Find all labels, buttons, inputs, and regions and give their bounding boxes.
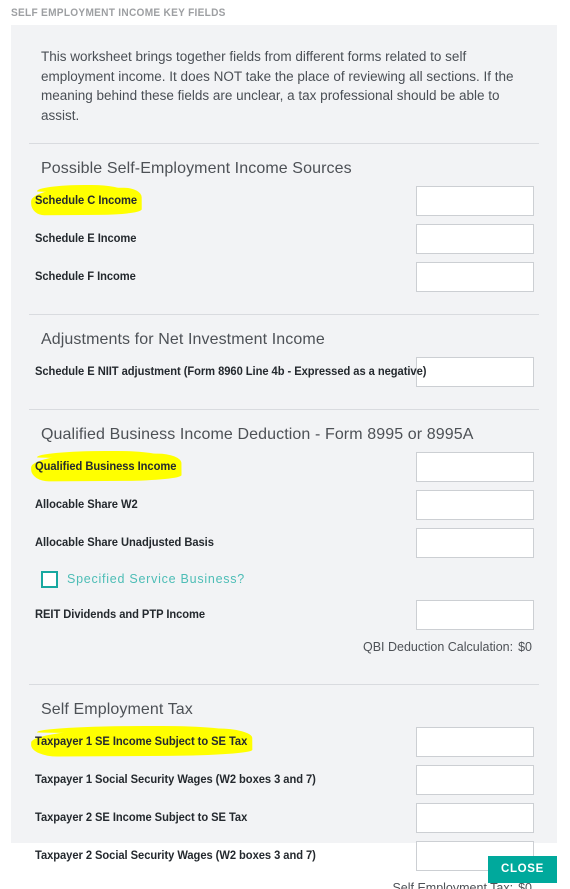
window-title: SELF EMPLOYMENT INCOME KEY FIELDS — [11, 7, 226, 19]
section-self-employment-tax: Self Employment Tax Taxpayer 1 SE Income … — [29, 685, 539, 889]
field-row: Schedule C Income — [29, 182, 539, 220]
total-amount: $0 — [518, 640, 532, 654]
amount-input[interactable] — [416, 224, 534, 254]
amount-input[interactable] — [416, 727, 534, 757]
checkbox-row: Specified Service Business? — [29, 562, 539, 596]
section-title: Qualified Business Income Deduction - Fo… — [41, 426, 474, 443]
field-label: Qualified Business Income — [35, 451, 177, 473]
total-label: QBI Deduction Calculation: — [363, 640, 514, 654]
field-row: Taxpayer 1 SE Income Subject to SE Tax — [29, 723, 539, 761]
field-label: Taxpayer 1 SE Income Subject to SE Tax — [35, 726, 248, 748]
intro-text: This worksheet brings together fields fr… — [41, 49, 514, 123]
field-label: Allocable Share W2 — [35, 499, 138, 511]
field-row: Qualified Business Income — [29, 448, 539, 486]
section-title: Adjustments for Net Investment Income — [41, 331, 325, 348]
section-qbi-deduction: Qualified Business Income Deduction - Fo… — [29, 410, 539, 666]
amount-input[interactable] — [416, 528, 534, 558]
field-label-text: Qualified Business Income — [35, 461, 177, 473]
amount-input[interactable] — [416, 765, 534, 795]
field-label-text: Taxpayer 1 SE Income Subject to SE Tax — [35, 736, 248, 748]
field-row: Taxpayer 1 Social Security Wages (W2 box… — [29, 761, 539, 799]
field-row: Allocable Share Unadjusted Basis — [29, 524, 539, 562]
field-label: Allocable Share Unadjusted Basis — [35, 537, 214, 549]
amount-input[interactable] — [416, 490, 534, 520]
checkbox-label: Specified Service Business? — [67, 572, 245, 586]
field-row: REIT Dividends and PTP Income — [29, 596, 539, 634]
amount-input[interactable] — [416, 803, 534, 833]
intro-text-block: This worksheet brings together fields fr… — [29, 25, 539, 125]
total-row: Self Employment Tax: $0 — [29, 875, 539, 889]
section-title: Possible Self-Employment Income Sources — [41, 160, 352, 177]
field-row: Schedule E Income — [29, 220, 539, 258]
worksheet-modal: SELF EMPLOYMENT INCOME KEY FIELDS This w… — [0, 0, 570, 889]
specified-service-business-checkbox[interactable] — [41, 570, 58, 588]
amount-input[interactable] — [416, 452, 534, 482]
field-row: Schedule E NIIT adjustment (Form 8960 Li… — [29, 353, 539, 391]
amount-input[interactable] — [416, 357, 534, 387]
field-label: Taxpayer 1 Social Security Wages (W2 box… — [35, 774, 316, 786]
section-title: Self Employment Tax — [41, 701, 193, 718]
field-label: Schedule E NIIT adjustment (Form 8960 Li… — [35, 366, 427, 378]
field-label-text: Schedule C Income — [35, 195, 138, 207]
total-row: QBI Deduction Calculation: $0 — [29, 634, 539, 666]
section-niit-adjustments: Adjustments for Net Investment Income Sch… — [29, 315, 539, 391]
highlight-marker: Qualified Business Income — [35, 451, 177, 473]
field-label: Schedule C Income — [35, 185, 138, 207]
highlight-marker: Taxpayer 1 SE Income Subject to SE Tax — [35, 726, 248, 748]
section-income-sources: Possible Self-Employment Income Sources S… — [29, 144, 539, 296]
amount-input[interactable] — [416, 600, 534, 630]
amount-input[interactable] — [416, 186, 534, 216]
worksheet-card: This worksheet brings together fields fr… — [11, 25, 557, 889]
close-button[interactable]: CLOSE — [488, 856, 557, 883]
amount-input[interactable] — [416, 262, 534, 292]
field-label: Schedule E Income — [35, 233, 137, 245]
field-row: Allocable Share W2 — [29, 486, 539, 524]
highlight-marker: Schedule C Income — [35, 185, 138, 207]
field-row: Taxpayer 2 Social Security Wages (W2 box… — [29, 837, 539, 875]
field-row: Schedule F Income — [29, 258, 539, 296]
field-label: Taxpayer 2 SE Income Subject to SE Tax — [35, 812, 248, 824]
sections-container: Possible Self-Employment Income Sources S… — [29, 143, 539, 889]
field-label: Taxpayer 2 Social Security Wages (W2 box… — [35, 850, 316, 862]
field-label: Schedule F Income — [35, 271, 136, 283]
field-label: REIT Dividends and PTP Income — [35, 609, 206, 621]
field-row: Taxpayer 2 SE Income Subject to SE Tax — [29, 799, 539, 837]
